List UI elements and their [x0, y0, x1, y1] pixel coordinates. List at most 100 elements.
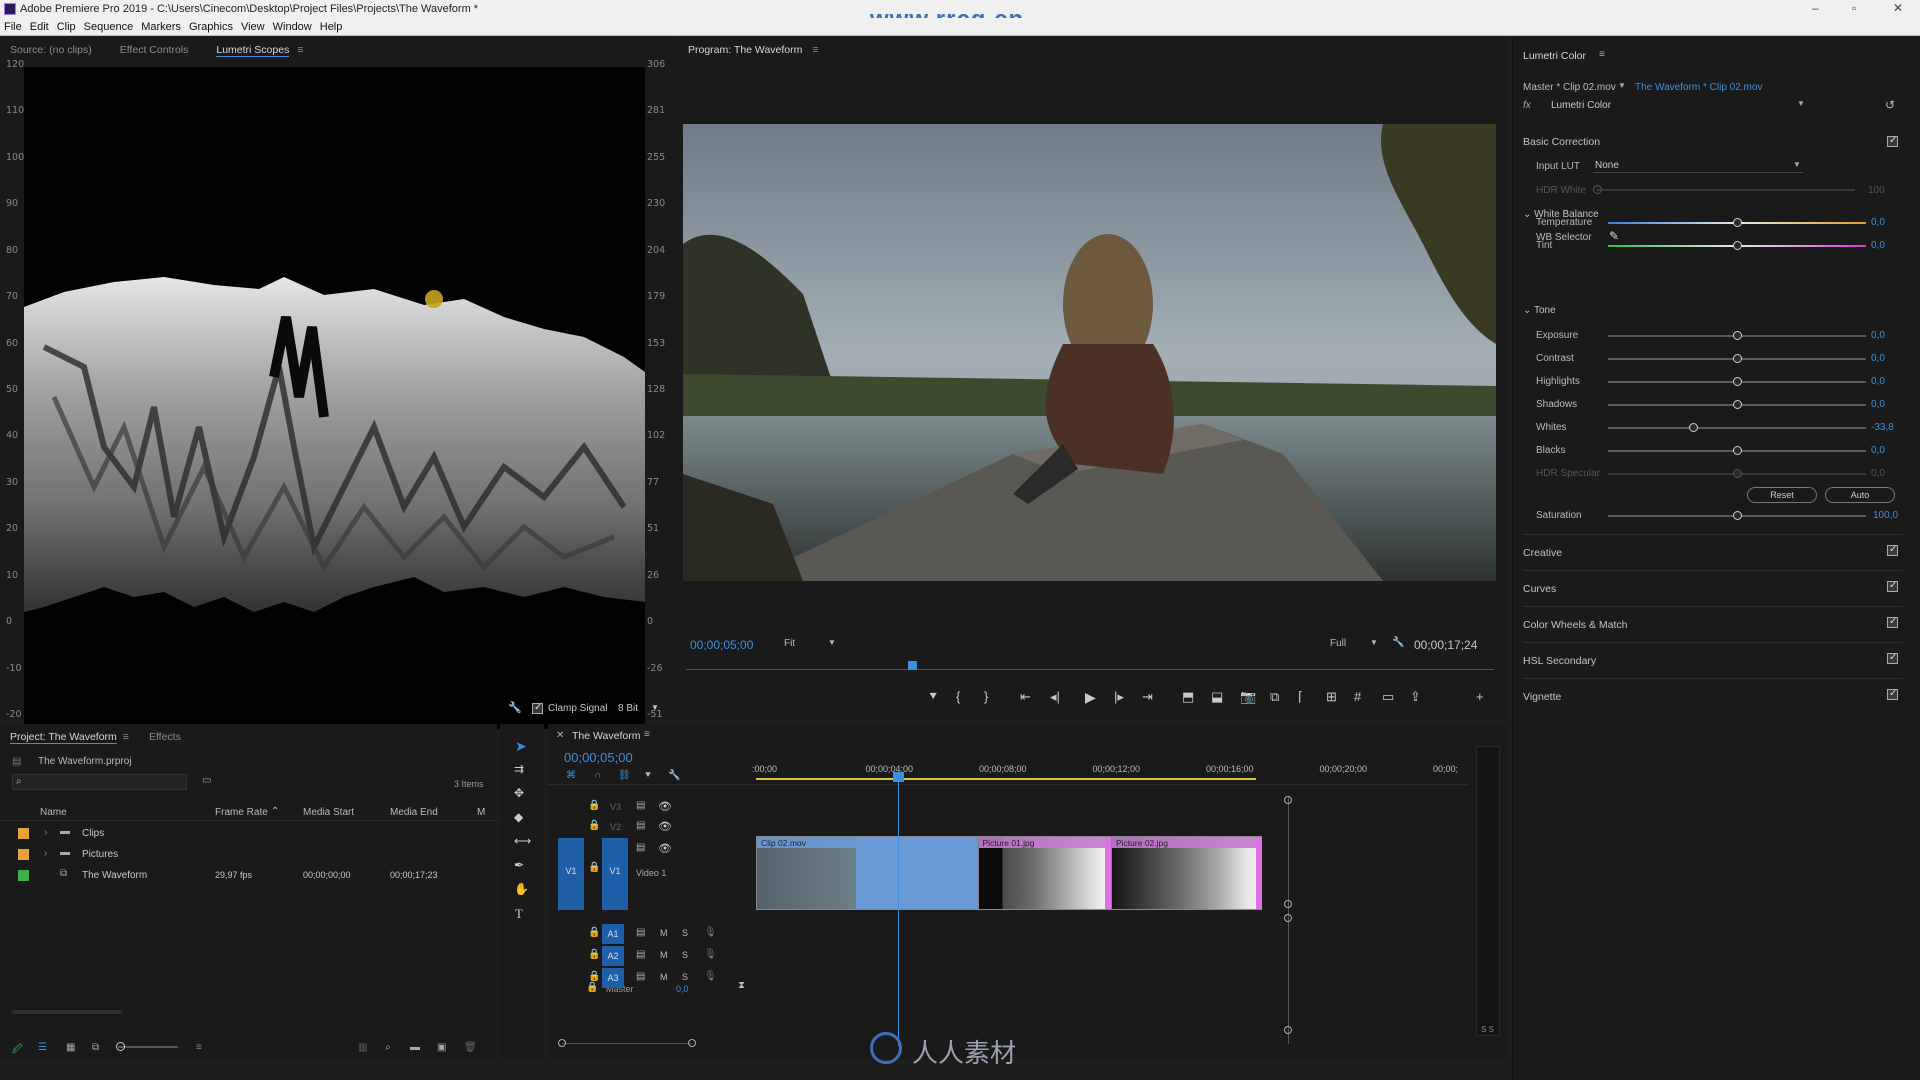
scroll-handle-bottom[interactable]	[1284, 1026, 1292, 1034]
writable-icon[interactable]: 🖉	[12, 1042, 23, 1059]
track-target-a1[interactable]: A1	[602, 924, 624, 944]
lock-icon[interactable]: 🔒	[588, 971, 600, 982]
tab-lumetri-scopes[interactable]: Lumetri Scopes	[216, 44, 290, 57]
menu-edit[interactable]: Edit	[30, 21, 49, 33]
close-button[interactable]: ✕	[1893, 1, 1903, 15]
linked-selection-icon[interactable]: ⛓	[618, 770, 631, 781]
lock-icon[interactable]: 🔒	[588, 927, 600, 938]
sort-icons-icon[interactable]: ≡	[196, 1042, 202, 1053]
snap-icon[interactable]: ∩	[594, 770, 601, 781]
source-patch-v1[interactable]: V1	[558, 838, 584, 910]
column-media-start[interactable]: Media Start	[303, 807, 354, 818]
toggle-sync-icon[interactable]: ▤	[636, 927, 645, 938]
eye-icon[interactable]: 👁	[658, 842, 672, 855]
reset-button[interactable]: Reset	[1747, 487, 1817, 503]
section-creative[interactable]: Creative	[1523, 534, 1903, 568]
export-frame-icon[interactable]: 📷	[1240, 689, 1256, 705]
lift-icon[interactable]: ⬒	[1182, 689, 1194, 705]
toggle-sync-icon[interactable]: ▤	[636, 842, 645, 853]
eye-icon[interactable]: 👁	[658, 820, 672, 833]
lock-icon[interactable]: 🔒	[588, 820, 600, 831]
basic-correction-header[interactable]: Basic Correction	[1523, 136, 1600, 148]
zoom-fit-select[interactable]: Fit	[784, 638, 795, 649]
project-scrollbar[interactable]	[12, 1010, 122, 1014]
lock-icon[interactable]: 🔒	[588, 949, 600, 960]
reset-effect-icon[interactable]: ↺	[1885, 98, 1895, 112]
track-target-v1[interactable]: V1	[602, 838, 628, 910]
list-view-icon[interactable]: ☰	[38, 1042, 47, 1053]
master-clip-label[interactable]: Master * Clip 02.mov	[1523, 82, 1616, 93]
go-to-out-icon[interactable]: ⇥	[1142, 689, 1153, 705]
slider-knob[interactable]	[1733, 469, 1742, 478]
automate-to-sequence-icon[interactable]: ▥	[358, 1042, 367, 1053]
work-area-bar[interactable]	[756, 778, 1256, 780]
effect-name-select[interactable]: Lumetri Color	[1551, 100, 1611, 111]
selection-tool-icon[interactable]: ➤	[515, 738, 527, 755]
scroll-handle-mid[interactable]	[1284, 900, 1292, 908]
timeline-timecode[interactable]: 00;00;05;00	[564, 750, 633, 765]
scroll-handle-mid2[interactable]	[1284, 914, 1292, 922]
auto-button[interactable]: Auto	[1825, 487, 1895, 503]
slider-knob[interactable]	[1733, 377, 1742, 386]
playhead-handle[interactable]	[893, 772, 904, 782]
mute-button[interactable]: M	[660, 928, 668, 938]
mute-button[interactable]: M	[660, 950, 668, 960]
timeline-clip[interactable]: Picture 02.jpg	[1111, 836, 1262, 910]
close-tab-icon[interactable]: ✕	[556, 730, 564, 741]
ripple-edit-tool-icon[interactable]: ✥	[514, 786, 524, 800]
button-editor-icon[interactable]: +	[1476, 689, 1484, 704]
list-item[interactable]: ⧉ The Waveform 29,97 fps 00;00;00;00 00;00;1…	[0, 866, 480, 886]
add-marker-icon[interactable]: ⯆	[644, 770, 652, 781]
menu-sequence[interactable]: Sequence	[84, 21, 134, 33]
basic-correction-checkbox[interactable]	[1887, 135, 1898, 147]
program-timecode-current[interactable]: 00;00;05;00	[690, 638, 753, 652]
share-icon[interactable]: ⇪	[1410, 689, 1421, 705]
saturation-knob[interactable]	[1733, 511, 1742, 520]
tab-project[interactable]: Project: The Waveform	[10, 731, 117, 744]
mute-button[interactable]: M	[660, 972, 668, 982]
slider-value[interactable]: 0,0	[1871, 353, 1885, 364]
clear-icon[interactable]: 🗑	[464, 1042, 477, 1053]
timeline-ruler[interactable]: :00;00 00;00;04;00 00;00;08;00 00;00;12;00 0…	[752, 724, 1466, 784]
section-checkbox[interactable]	[1887, 688, 1898, 700]
lumetri-panel-title[interactable]: Lumetri Color	[1523, 50, 1586, 62]
menu-view[interactable]: View	[241, 21, 265, 33]
section-vignette[interactable]: Vignette	[1523, 678, 1903, 712]
play-icon[interactable]: ▶	[1085, 689, 1096, 706]
column-media-end[interactable]: Media End	[390, 807, 438, 818]
toggle-sync-icon[interactable]: ▤	[636, 800, 645, 811]
column-name[interactable]: Name	[40, 807, 67, 818]
maximize-button[interactable]: ▫	[1852, 1, 1856, 15]
slider-value[interactable]: 0,0	[1871, 399, 1885, 410]
slider-knob[interactable]	[1689, 423, 1699, 432]
compare-icon[interactable]: ⧉	[1270, 689, 1279, 705]
type-tool-icon[interactable]: T	[515, 906, 523, 922]
resolution-select[interactable]: Full	[1330, 638, 1346, 649]
eye-icon[interactable]: 👁	[658, 800, 672, 813]
panel-menu-icon[interactable]: ≡	[123, 731, 129, 743]
slider-knob[interactable]	[1733, 400, 1742, 409]
slider-knob[interactable]	[1733, 354, 1742, 363]
wrench-icon[interactable]: 🔧	[1392, 637, 1404, 648]
track-target-a3[interactable]: A3	[602, 968, 624, 988]
step-back-icon[interactable]: ◂|	[1050, 689, 1060, 705]
lock-icon[interactable]: 🔒	[588, 800, 600, 811]
extract-icon[interactable]: ⬓	[1211, 689, 1223, 705]
microphone-icon[interactable]: 🎙	[704, 971, 717, 982]
add-marker-icon[interactable]: ⯆	[928, 689, 938, 705]
timeline-playhead[interactable]	[893, 772, 904, 1046]
panel-menu-icon[interactable]: ≡	[812, 44, 818, 56]
column-frame-rate[interactable]: Frame Rate	[215, 807, 268, 818]
slider-value[interactable]: 0,0	[1871, 217, 1885, 228]
new-item-icon[interactable]: ▣	[437, 1042, 446, 1053]
tab-effects[interactable]: Effects	[149, 731, 181, 743]
slider-value[interactable]: 0,0	[1871, 240, 1885, 251]
grid-icon[interactable]: #	[1354, 689, 1361, 704]
zoom-slider-knob[interactable]	[116, 1042, 125, 1051]
label-color-swatch[interactable]	[18, 849, 29, 860]
slider-value[interactable]: 0,0	[1871, 445, 1885, 456]
new-bin-from-search-icon[interactable]: ▭	[202, 775, 211, 786]
minimize-button[interactable]: –	[1812, 1, 1819, 15]
zoom-handle-left[interactable]	[558, 1039, 566, 1047]
solo-meter-icon[interactable]: S S	[1481, 1025, 1494, 1034]
